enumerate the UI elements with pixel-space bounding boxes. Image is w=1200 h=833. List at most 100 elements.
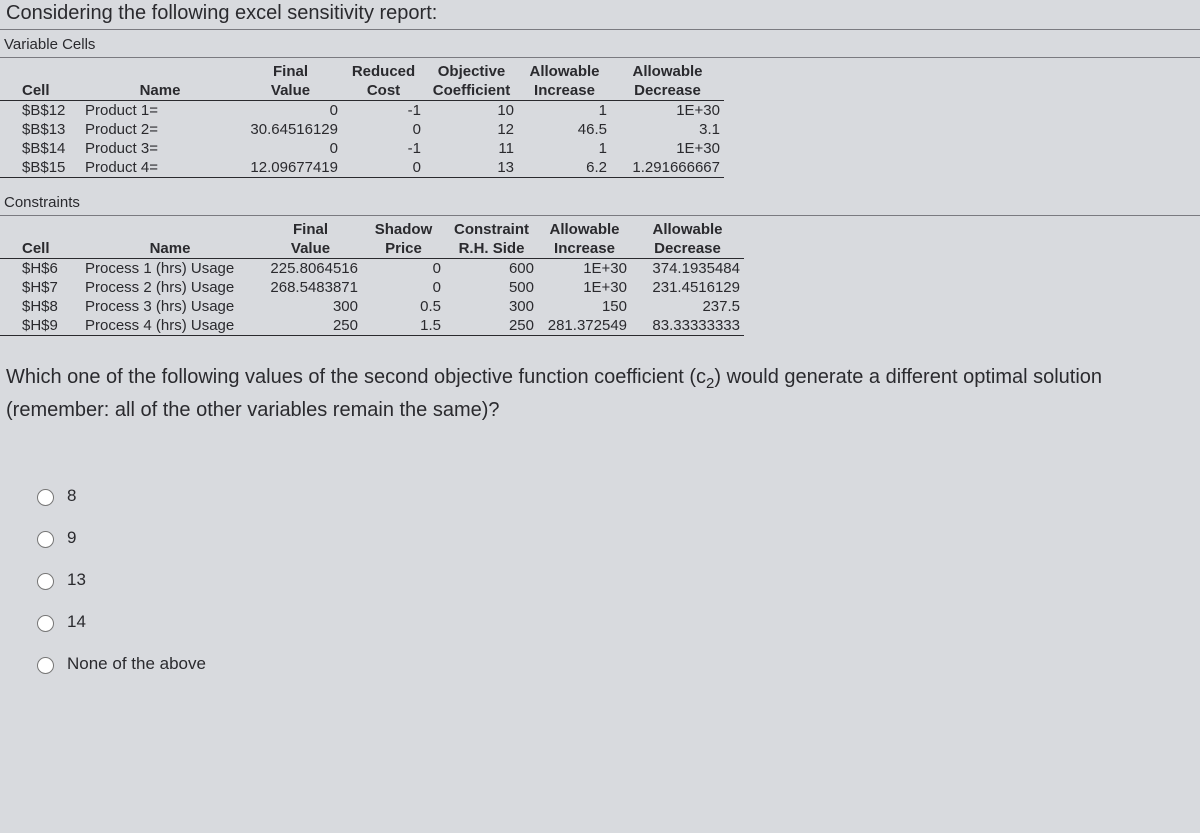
cell-value: 1 — [518, 101, 611, 121]
vc-hdr-reduced: Reduced — [342, 62, 425, 81]
vc-hdr-objective: Objective — [425, 62, 518, 81]
cell-ref: $H$8 — [0, 297, 81, 316]
radio-input[interactable] — [37, 531, 54, 548]
option-label: 8 — [67, 486, 76, 506]
vc-hdr-allow-dec: Allowable — [611, 62, 724, 81]
cell-value: -1 — [342, 101, 425, 121]
co-hdr-cell: Cell — [0, 239, 81, 259]
cell-value: 6.2 — [518, 158, 611, 178]
vc-hdr-cell: Cell — [0, 81, 81, 101]
co-hdr-allow-inc: Allowable — [538, 220, 631, 239]
section-constraints: Constraints — [0, 188, 1200, 216]
table-row: $H$8 Process 3 (hrs) Usage 300 0.5 300 1… — [0, 297, 744, 316]
cell-ref: $H$7 — [0, 278, 81, 297]
cell-value: 300 — [259, 297, 362, 316]
table-row: $B$15 Product 4= 12.09677419 0 13 6.2 1.… — [0, 158, 724, 178]
cell-value: 0 — [239, 139, 342, 158]
option-8[interactable]: 8 — [32, 486, 1200, 506]
cell-value: 150 — [538, 297, 631, 316]
cell-value: 1E+30 — [538, 259, 631, 279]
cell-value: 0 — [362, 278, 445, 297]
co-hdr-final: Final — [259, 220, 362, 239]
cell-value: 250 — [259, 316, 362, 336]
question-pre: Which one of the following values of the… — [6, 366, 706, 388]
table-row: $B$13 Product 2= 30.64516129 0 12 46.5 3… — [0, 120, 724, 139]
cell-value: 250 — [445, 316, 538, 336]
cell-value: 374.1935484 — [631, 259, 744, 279]
option-label: 14 — [67, 612, 86, 632]
cell-value: 0.5 — [362, 297, 445, 316]
radio-input[interactable] — [37, 573, 54, 590]
vc-hdr-final: Final — [239, 62, 342, 81]
cell-value: 0 — [342, 120, 425, 139]
cell-value: 1 — [518, 139, 611, 158]
cell-value: 30.64516129 — [239, 120, 342, 139]
radio-input[interactable] — [37, 489, 54, 506]
cell-value: 13 — [425, 158, 518, 178]
row-name: Product 4= — [81, 158, 239, 178]
cell-value: 1E+30 — [538, 278, 631, 297]
cell-value: 11 — [425, 139, 518, 158]
co-hdr-value: Value — [259, 239, 362, 259]
cell-ref: $B$14 — [0, 139, 81, 158]
answer-options: 8 9 13 14 None of the above — [0, 426, 1200, 674]
vc-hdr-name: Name — [81, 81, 239, 101]
vc-hdr-coeff: Coefficient — [425, 81, 518, 101]
row-name: Process 4 (hrs) Usage — [81, 316, 259, 336]
cell-value: 0 — [239, 101, 342, 121]
variable-cells-table: Final Reduced Objective Allowable Allowa… — [0, 62, 724, 178]
cell-value: 3.1 — [611, 120, 724, 139]
cell-value: 281.372549 — [538, 316, 631, 336]
radio-input[interactable] — [37, 615, 54, 632]
cell-value: 46.5 — [518, 120, 611, 139]
co-hdr-price: Price — [362, 239, 445, 259]
co-hdr-decrease: Decrease — [631, 239, 744, 259]
cell-ref: $H$6 — [0, 259, 81, 279]
cell-value: 1E+30 — [611, 139, 724, 158]
radio-input[interactable] — [37, 657, 54, 674]
co-hdr-constraint: Constraint — [445, 220, 538, 239]
table-row: $H$9 Process 4 (hrs) Usage 250 1.5 250 2… — [0, 316, 744, 336]
constraints-table: Final Shadow Constraint Allowable Allowa… — [0, 220, 744, 336]
row-name: Process 2 (hrs) Usage — [81, 278, 259, 297]
cell-ref: $B$12 — [0, 101, 81, 121]
row-name: Product 2= — [81, 120, 239, 139]
table-row: $H$6 Process 1 (hrs) Usage 225.8064516 0… — [0, 259, 744, 279]
cell-value: 300 — [445, 297, 538, 316]
table-row: $B$12 Product 1= 0 -1 10 1 1E+30 — [0, 101, 724, 121]
cell-value: 268.5483871 — [259, 278, 362, 297]
cell-value: 12.09677419 — [239, 158, 342, 178]
table-row: $H$7 Process 2 (hrs) Usage 268.5483871 0… — [0, 278, 744, 297]
co-hdr-name: Name — [81, 239, 259, 259]
co-hdr-allow-dec: Allowable — [631, 220, 744, 239]
option-label: 9 — [67, 528, 76, 548]
cell-value: -1 — [342, 139, 425, 158]
vc-hdr-cost: Cost — [342, 81, 425, 101]
cell-value: 500 — [445, 278, 538, 297]
vc-hdr-increase: Increase — [518, 81, 611, 101]
cell-value: 0 — [342, 158, 425, 178]
co-hdr-increase: Increase — [538, 239, 631, 259]
cell-value: 0 — [362, 259, 445, 279]
vc-hdr-allow-inc: Allowable — [518, 62, 611, 81]
row-name: Process 1 (hrs) Usage — [81, 259, 259, 279]
section-variable-cells: Variable Cells — [0, 30, 1200, 58]
cell-value: 1E+30 — [611, 101, 724, 121]
cell-value: 10 — [425, 101, 518, 121]
row-name: Product 1= — [81, 101, 239, 121]
vc-hdr-value: Value — [239, 81, 342, 101]
cell-ref: $B$13 — [0, 120, 81, 139]
option-14[interactable]: 14 — [32, 612, 1200, 632]
option-label: None of the above — [67, 654, 206, 674]
cell-value: 237.5 — [631, 297, 744, 316]
cell-value: 1.291666667 — [611, 158, 724, 178]
table-row: $B$14 Product 3= 0 -1 11 1 1E+30 — [0, 139, 724, 158]
option-label: 13 — [67, 570, 86, 590]
option-none[interactable]: None of the above — [32, 654, 1200, 674]
cell-ref: $B$15 — [0, 158, 81, 178]
option-9[interactable]: 9 — [32, 528, 1200, 548]
cell-value: 12 — [425, 120, 518, 139]
row-name: Product 3= — [81, 139, 239, 158]
co-hdr-rhs: R.H. Side — [445, 239, 538, 259]
option-13[interactable]: 13 — [32, 570, 1200, 590]
